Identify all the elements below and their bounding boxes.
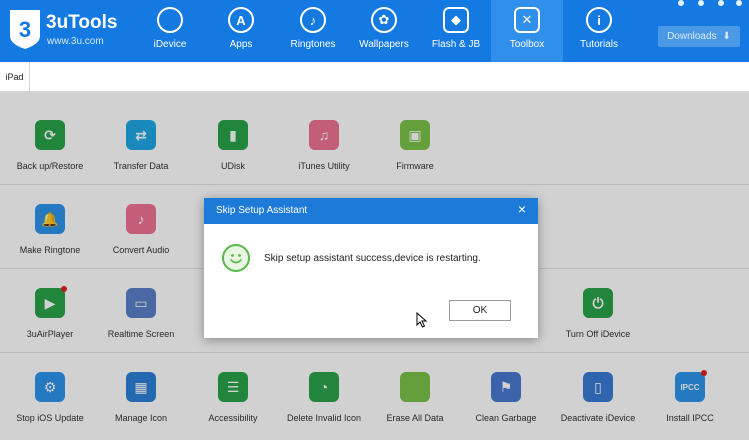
mouse-cursor-icon <box>416 312 428 328</box>
dialog-title: Skip Setup Assistant × <box>204 198 538 224</box>
dropbox-icon: ◆ <box>443 7 469 33</box>
ok-button[interactable]: OK <box>449 300 511 321</box>
maximize-dot[interactable] <box>718 0 724 6</box>
minimize-dot[interactable] <box>698 0 704 6</box>
svg-text:3: 3 <box>19 17 31 42</box>
menu-dot[interactable] <box>678 0 684 6</box>
flower-icon: ✿ <box>371 7 397 33</box>
nav-toolbox[interactable]: ✕ Toolbox <box>491 0 563 62</box>
downloads-button[interactable]: Downloads ⬇ <box>658 26 740 47</box>
nav-wallpapers[interactable]: ✿ Wallpapers <box>348 0 420 62</box>
bell-icon: ♪ <box>300 7 326 33</box>
app-store-icon: A <box>228 7 254 33</box>
download-icon: ⬇ <box>722 31 731 42</box>
info-icon: i <box>586 7 612 33</box>
nav-ringtones[interactable]: ♪ Ringtones <box>277 0 349 62</box>
smiley-icon <box>222 244 250 272</box>
close-icon[interactable]: × <box>518 202 526 216</box>
tab-ipad[interactable]: iPad <box>0 62 30 92</box>
tools-icon: ✕ <box>514 7 540 33</box>
app-name: 3uTools <box>46 12 118 33</box>
nav-tutorials[interactable]: i Tutorials <box>563 0 635 62</box>
device-tab-bar: iPad <box>0 62 749 92</box>
dialog-message: Skip setup assistant success,device is r… <box>264 253 481 264</box>
close-dot[interactable] <box>736 0 742 6</box>
nav-flash-jb[interactable]: ◆ Flash & JB <box>420 0 492 62</box>
window-controls[interactable] <box>674 0 742 6</box>
skip-setup-dialog: Skip Setup Assistant × Skip setup assist… <box>204 198 538 338</box>
3utools-logo: 3 <box>10 10 40 49</box>
app-url: www.3u.com <box>47 36 104 47</box>
nav-apps[interactable]: A Apps <box>205 0 277 62</box>
nav-idevice[interactable]: iDevice <box>134 0 206 62</box>
top-bar: 3 3uTools www.3u.com iDevice A Apps ♪ Ri… <box>0 0 749 62</box>
apple-icon <box>157 7 183 33</box>
